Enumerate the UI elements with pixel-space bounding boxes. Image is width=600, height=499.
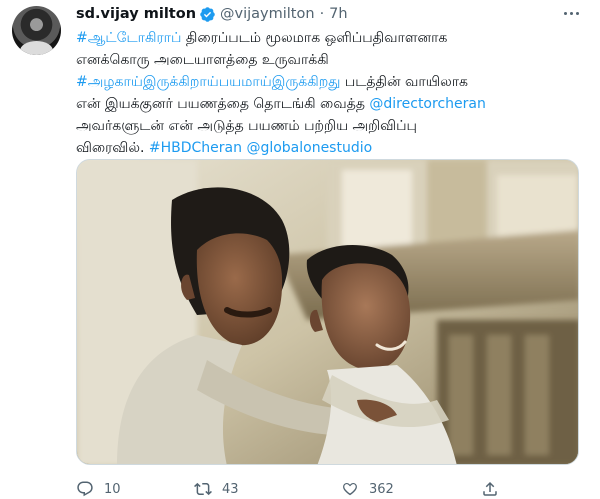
like-button[interactable]: 362 <box>341 480 394 498</box>
retweet-button[interactable]: 43 <box>194 480 239 498</box>
tweet-text-segment: என் இயக்குனர் பயணத்தை தொடங்கி வைத்த <box>76 96 370 112</box>
photo-illustration <box>77 160 578 464</box>
tweet-text-segment: எனக்கொரு அடையாளத்தை உருவாக்கி <box>76 52 329 68</box>
reply-count: 10 <box>104 481 121 497</box>
separator-dot: · <box>319 6 325 22</box>
tweet-text-segment: திரைப்படம் மூலமாக ஒளிப்பதிவாளனாக <box>181 30 448 46</box>
tweet-photo[interactable] <box>76 159 579 465</box>
retweet-icon <box>194 482 212 496</box>
tweet-text-segment: படத்தின் வாயிலாக <box>340 74 468 90</box>
heart-icon <box>343 482 357 496</box>
hashtag-azhagai[interactable]: #அழகாய்இருக்கிறாய்பயமாய்இருக்கிறது <box>76 74 340 90</box>
reply-icon <box>77 481 93 497</box>
share-icon <box>483 481 497 496</box>
verified-badge-icon <box>200 6 215 22</box>
hashtag-autograph[interactable]: #ஆட்டோகிராப் <box>76 30 181 46</box>
hashtag-hbdcheran[interactable]: #HBDCheran <box>149 140 242 156</box>
tweet-text-segment: விரைவில். <box>76 140 149 156</box>
tweet-text-segment: அவர்களுடன் என் அடுத்த பயணம் பற்றிய அறிவி… <box>76 118 417 134</box>
tweet-time[interactable]: 7h <box>329 6 347 22</box>
mention-globalonestudio[interactable]: @globalonestudio <box>246 140 372 156</box>
like-count: 362 <box>369 481 394 497</box>
tweet[interactable]: sd.vijay milton @vijaymilton · 7h #ஆட்டோ… <box>0 0 600 499</box>
tweet-text: #ஆட்டோகிராப் திரைப்படம் மூலமாக ஒளிப்பதிவ… <box>76 27 586 159</box>
reply-button[interactable]: 10 <box>76 480 121 498</box>
avatar[interactable] <box>12 6 61 55</box>
author-handle[interactable]: @vijaymilton <box>220 6 315 22</box>
share-button[interactable] <box>481 480 509 498</box>
mention-directorcheran[interactable]: @directorcheran <box>369 96 485 112</box>
tweet-actions: 10 43 362 <box>76 480 586 498</box>
more-dots-icon[interactable] <box>560 4 582 22</box>
author-name[interactable]: sd.vijay milton <box>76 6 196 22</box>
retweet-count: 43 <box>222 481 239 497</box>
tweet-header: sd.vijay milton @vijaymilton · 7h <box>76 4 348 24</box>
